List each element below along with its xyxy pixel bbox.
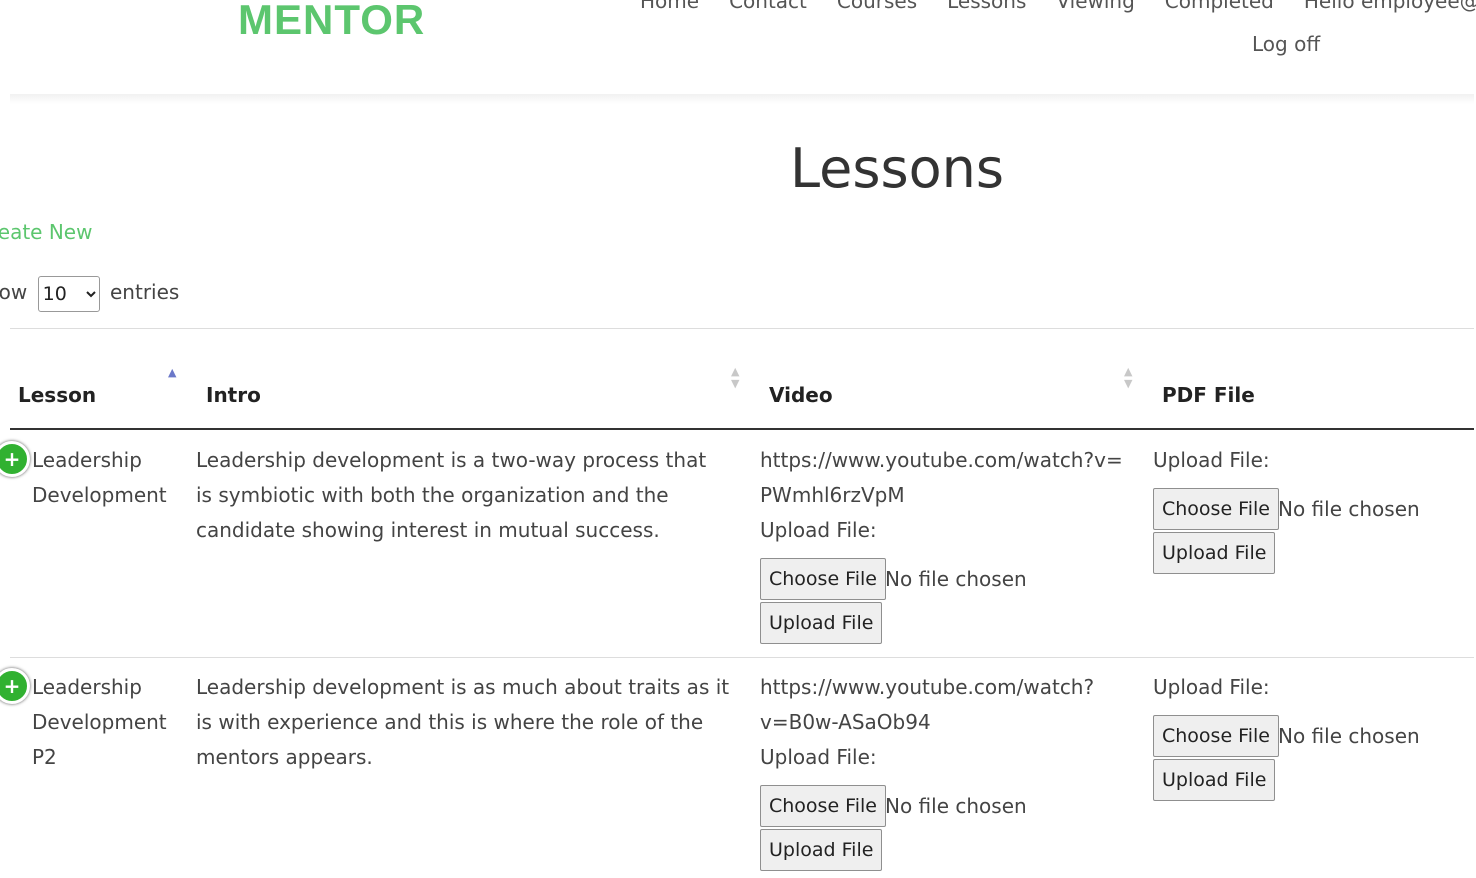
choose-file-button[interactable]: Choose File (760, 785, 886, 827)
entries-label: entries (110, 280, 180, 304)
nav-courses[interactable]: Courses (837, 0, 917, 16)
no-file-chosen-text: No file chosen (1278, 724, 1420, 748)
plus-circle-icon[interactable]: + (0, 441, 30, 477)
top-navbar: MENTOR Home Contact Courses Lessons Viewing C… (0, 0, 1476, 98)
column-header-lesson[interactable]: Lesson (18, 380, 96, 410)
create-new-link[interactable]: reate New (0, 218, 92, 246)
main-nav: Home Contact Courses Lessons Viewing Complete… (640, 0, 1476, 16)
upload-file-button[interactable]: Upload File (760, 829, 883, 871)
video-url: https://www.youtube.com/watch?v=PWmhl6rz… (760, 448, 1123, 507)
page-length-select[interactable]: 10 (37, 275, 100, 312)
video-upload-label: Upload File: (760, 518, 877, 542)
nav-completed[interactable]: Completed (1165, 0, 1274, 16)
row-divider (10, 657, 1474, 658)
upload-file-button[interactable]: Upload File (1153, 759, 1276, 801)
no-file-chosen-text: No file chosen (885, 567, 1027, 591)
sort-both-icon[interactable]: ▲ ▼ (731, 366, 739, 390)
no-file-chosen-text: No file chosen (1278, 497, 1420, 521)
pdf-upload-label: Upload File: (1153, 448, 1270, 472)
column-header-video[interactable]: Video (769, 380, 833, 410)
nav-viewing[interactable]: Viewing (1056, 0, 1134, 16)
sort-both-icon[interactable]: ▲ ▼ (1124, 366, 1132, 390)
choose-file-button[interactable]: Choose File (1153, 488, 1279, 530)
column-header-pdf-file[interactable]: PDF File (1162, 380, 1255, 410)
column-header-intro[interactable]: Intro (206, 380, 261, 410)
upload-file-button[interactable]: Upload File (760, 602, 883, 644)
table-top-divider (10, 328, 1474, 329)
nav-home[interactable]: Home (640, 0, 699, 16)
pdf-upload-label: Upload File: (1153, 675, 1270, 699)
lesson-intro: Leadership development is as much about … (196, 675, 730, 769)
plus-circle-icon[interactable]: + (0, 668, 30, 704)
nav-lessons[interactable]: Lessons (947, 0, 1026, 16)
sort-ascending-icon[interactable]: ▲ (168, 367, 176, 379)
video-url: https://www.youtube.com/watch?v=B0w-ASaO… (760, 675, 1095, 734)
table-header-border (10, 428, 1474, 430)
logoff-link[interactable]: Log off (1252, 30, 1320, 58)
choose-file-button[interactable]: Choose File (760, 558, 886, 600)
page-title: Lessons (789, 137, 1005, 200)
lesson-intro: Leadership development is a two-way proc… (196, 448, 707, 542)
lesson-name: Leadership Development P2 (32, 675, 167, 769)
choose-file-button[interactable]: Choose File (1153, 715, 1279, 757)
upload-file-button[interactable]: Upload File (1153, 532, 1276, 574)
nav-contact[interactable]: Contact (729, 0, 807, 16)
brand-logo[interactable]: MENTOR (238, 0, 425, 48)
nav-user-greeting[interactable]: Hello employee@elan (1304, 0, 1476, 16)
no-file-chosen-text: No file chosen (885, 794, 1027, 818)
video-upload-label: Upload File: (760, 745, 877, 769)
header-shadow (10, 94, 1474, 104)
lesson-name: Leadership Development (32, 448, 167, 507)
show-label: how (0, 280, 28, 304)
entries-length-control: how 10 entries (0, 273, 180, 312)
